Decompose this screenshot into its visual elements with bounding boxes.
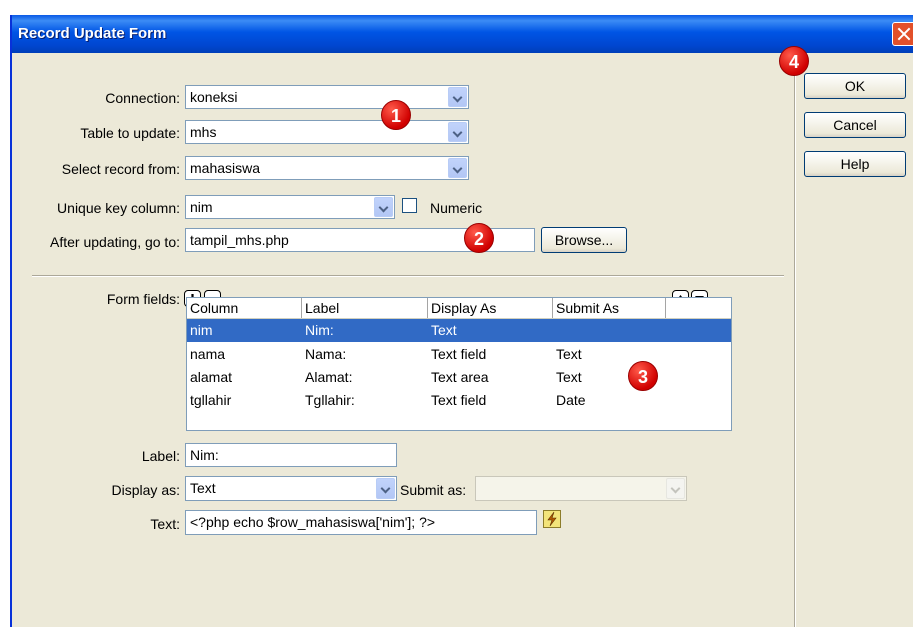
- after-update-label: After updating, go to:: [50, 234, 180, 250]
- text-field-label: Text:: [150, 516, 180, 532]
- column-header[interactable]: Label: [302, 298, 428, 318]
- table-label: Table to update:: [80, 125, 180, 141]
- connection-label: Connection:: [105, 90, 180, 106]
- display-as-label: Display as:: [111, 482, 180, 498]
- connection-select[interactable]: koneksi: [185, 85, 469, 109]
- table-row[interactable]: nim Nim: Text: [187, 319, 731, 342]
- cell-label: Nama:: [305, 346, 347, 362]
- column-header[interactable]: Submit As: [553, 298, 666, 318]
- label-value: Nim:: [190, 447, 219, 463]
- lightning-icon[interactable]: [543, 510, 561, 528]
- cell-display-as: Text area: [431, 369, 489, 385]
- unique-key-value: nim: [190, 199, 213, 215]
- select-record-select[interactable]: mahasiswa: [185, 156, 469, 180]
- chevron-down-icon[interactable]: [374, 197, 393, 217]
- cell-display-as: Text field: [431, 346, 487, 362]
- column-header[interactable]: Display As: [428, 298, 553, 318]
- select-record-label: Select record from:: [61, 161, 180, 177]
- cell-display-as: Text field: [431, 392, 487, 408]
- form-fields-label: Form fields:: [106, 291, 180, 307]
- cell-column: alamat: [190, 369, 233, 385]
- label-input[interactable]: Nim:: [185, 443, 397, 467]
- marker-4: 4: [779, 46, 809, 76]
- cell-submit-as: Text: [556, 369, 582, 385]
- numeric-checkbox[interactable]: [402, 198, 417, 213]
- cell-label: Tgllahir:: [305, 392, 355, 408]
- column-header[interactable]: Column: [187, 298, 302, 318]
- chevron-down-icon[interactable]: [376, 478, 395, 499]
- close-icon[interactable]: [892, 22, 913, 46]
- table-select[interactable]: mhs: [185, 120, 469, 144]
- table-value: mhs: [190, 124, 217, 140]
- browse-button[interactable]: Browse...: [541, 227, 627, 253]
- text-input[interactable]: <?php echo $row_mahasiswa['nim']; ?>: [185, 510, 537, 535]
- submit-as-label: Submit as:: [400, 482, 467, 498]
- cell-column: tgllahir: [190, 392, 232, 408]
- select-record-value: mahasiswa: [190, 160, 261, 176]
- dialog-window: Record Update Form Connection: koneksi T…: [10, 15, 913, 627]
- submit-as-select: [475, 476, 687, 501]
- connection-value: koneksi: [190, 89, 238, 105]
- chevron-down-icon[interactable]: [448, 122, 467, 142]
- display-as-value: Text: [190, 480, 216, 496]
- cell-column: nim: [190, 322, 213, 338]
- cancel-button[interactable]: Cancel: [804, 112, 906, 138]
- chevron-down-icon: [666, 478, 685, 499]
- display-as-select[interactable]: Text: [185, 476, 397, 501]
- cell-label: Nim:: [305, 322, 334, 338]
- cell-label: Alamat:: [305, 369, 353, 385]
- cell-submit-as: Date: [556, 392, 586, 408]
- chevron-down-icon[interactable]: [448, 87, 467, 107]
- help-button[interactable]: Help: [804, 151, 906, 177]
- window-title: Record Update Form: [18, 25, 167, 42]
- cell-display-as: Text: [431, 322, 457, 338]
- cell-submit-as: Text: [556, 346, 582, 362]
- ok-button[interactable]: OK: [804, 73, 906, 99]
- marker-3: 3: [628, 361, 658, 391]
- title-bar: Record Update Form: [12, 15, 913, 53]
- vertical-separator: [794, 52, 796, 627]
- unique-key-label: Unique key column:: [57, 200, 180, 216]
- unique-key-select[interactable]: nim: [185, 195, 395, 219]
- grid-header: Column Label Display As Submit As: [187, 298, 731, 319]
- table-row[interactable]: tgllahir Tgllahir: Text field Date: [187, 389, 731, 412]
- numeric-label: Numeric: [430, 200, 483, 216]
- separator: [32, 275, 784, 277]
- text-value: <?php echo $row_mahasiswa['nim']; ?>: [190, 514, 436, 530]
- cell-column: nama: [190, 346, 226, 362]
- chevron-down-icon[interactable]: [448, 158, 467, 178]
- marker-1: 1: [381, 100, 411, 130]
- label-field-label: Label:: [141, 448, 180, 464]
- after-update-value: tampil_mhs.php: [190, 232, 289, 248]
- marker-2: 2: [464, 223, 494, 253]
